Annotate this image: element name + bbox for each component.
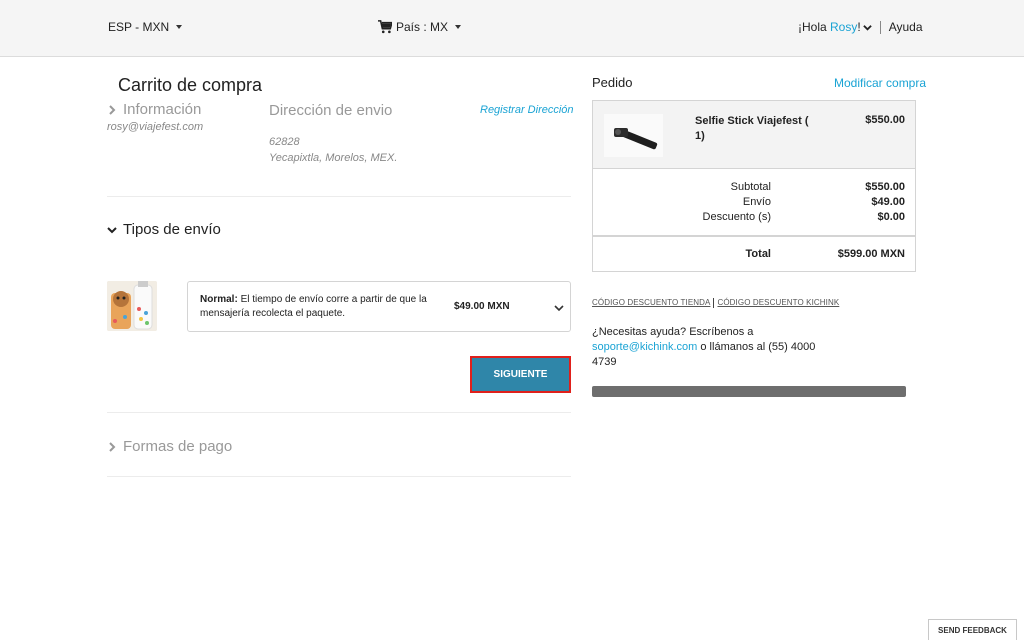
discount-codes: CÓDIGO DESCUENTO TIENDA CÓDIGO DESCUENTO … xyxy=(592,298,839,308)
next-button[interactable]: SIGUIENTE xyxy=(470,356,571,393)
divider xyxy=(879,20,881,34)
divider xyxy=(713,298,715,308)
payment-heading: Formas de pago xyxy=(123,438,233,455)
order-summary: Selfie Stick Viajefest ( 1) $550.00 Subt… xyxy=(592,100,916,272)
product-price: $550.00 xyxy=(865,114,905,126)
modify-order-link[interactable]: Modificar compra xyxy=(834,76,926,90)
shipping-option-select[interactable]: Normal: El tiempo de envío corre a parti… xyxy=(187,281,571,332)
divider xyxy=(593,235,915,237)
greeting-suffix: ! xyxy=(857,20,861,34)
chevron-down-icon xyxy=(554,305,564,312)
chevron-right-icon xyxy=(109,441,116,452)
help-link[interactable]: Ayuda xyxy=(889,20,923,34)
shipping-option-price: $49.00 MXN xyxy=(454,301,510,312)
order-item: Selfie Stick Viajefest ( 1) $550.00 xyxy=(593,101,915,169)
shipping-option-name: Normal: xyxy=(200,294,238,305)
send-feedback-button[interactable]: SEND FEEDBACK xyxy=(928,619,1017,640)
shipping-value: $49.00 xyxy=(871,196,905,208)
register-address-link[interactable]: Registrar Dirección xyxy=(480,104,574,116)
order-heading: Pedido xyxy=(592,75,633,90)
user-area: ¡Hola Rosy ! Ayuda xyxy=(798,20,923,34)
divider xyxy=(107,412,571,413)
caret-down-icon xyxy=(455,25,462,29)
user-email: rosy@viajefest.com xyxy=(107,121,204,133)
support-email-link[interactable]: soporte@kichink.com xyxy=(592,341,697,353)
user-menu[interactable]: ¡Hola Rosy ! xyxy=(798,20,872,34)
discount-value: $0.00 xyxy=(877,211,905,223)
address-city: Yecapixtla, Morelos, MEX. xyxy=(269,152,398,164)
shopping-cart-icon xyxy=(378,20,392,34)
payment-section-header[interactable]: Formas de pago xyxy=(107,438,232,455)
shipping-section-header[interactable]: Tipos de envío xyxy=(107,221,221,238)
country-label: País : MX xyxy=(396,20,449,34)
total-label: Total xyxy=(745,248,771,260)
chevron-down-icon xyxy=(862,24,872,31)
shipping-label: Envío xyxy=(742,196,771,208)
help-text: ¿Necesitas ayuda? Escríbenos a soporte@k… xyxy=(592,325,822,370)
user-name: Rosy xyxy=(830,20,858,34)
divider xyxy=(107,196,571,197)
progress-bar xyxy=(592,386,906,397)
page-title: Carrito de compra xyxy=(118,75,263,95)
info-section-header[interactable]: Información xyxy=(107,101,201,118)
top-bar: ESP - MXN País : MX ¡Hola Rosy ! Ayuda xyxy=(0,0,1024,57)
product-image xyxy=(604,114,663,157)
divider xyxy=(107,476,571,477)
subtotal-value: $550.00 xyxy=(865,181,905,193)
total-value: $599.00 MXN xyxy=(837,248,905,260)
chevron-down-icon xyxy=(107,226,117,233)
help-prefix: ¿Necesitas ayuda? Escríbenos a xyxy=(592,326,754,338)
address-zip: 62828 xyxy=(269,136,300,148)
shipping-heading: Tipos de envío xyxy=(123,221,221,238)
kichink-discount-link[interactable]: CÓDIGO DESCUENTO KICHINK xyxy=(717,298,839,307)
chevron-right-icon xyxy=(109,104,116,115)
language-currency-dropdown[interactable]: ESP - MXN xyxy=(108,20,183,34)
info-heading: Información xyxy=(123,101,202,118)
discount-label: Descuento (s) xyxy=(702,211,771,223)
store-discount-link[interactable]: CÓDIGO DESCUENTO TIENDA xyxy=(592,298,710,307)
country-dropdown[interactable]: País : MX xyxy=(378,20,462,34)
subtotal-label: Subtotal xyxy=(730,181,771,193)
caret-down-icon xyxy=(176,25,183,29)
product-thumbnail xyxy=(107,281,157,331)
product-name: Selfie Stick Viajefest ( 1) xyxy=(695,115,809,142)
language-currency-label: ESP - MXN xyxy=(108,20,170,34)
greeting-prefix: ¡Hola xyxy=(798,20,831,34)
shipping-option-text: Normal: El tiempo de envío corre a parti… xyxy=(200,293,440,321)
address-heading: Dirección de envio xyxy=(269,102,393,119)
